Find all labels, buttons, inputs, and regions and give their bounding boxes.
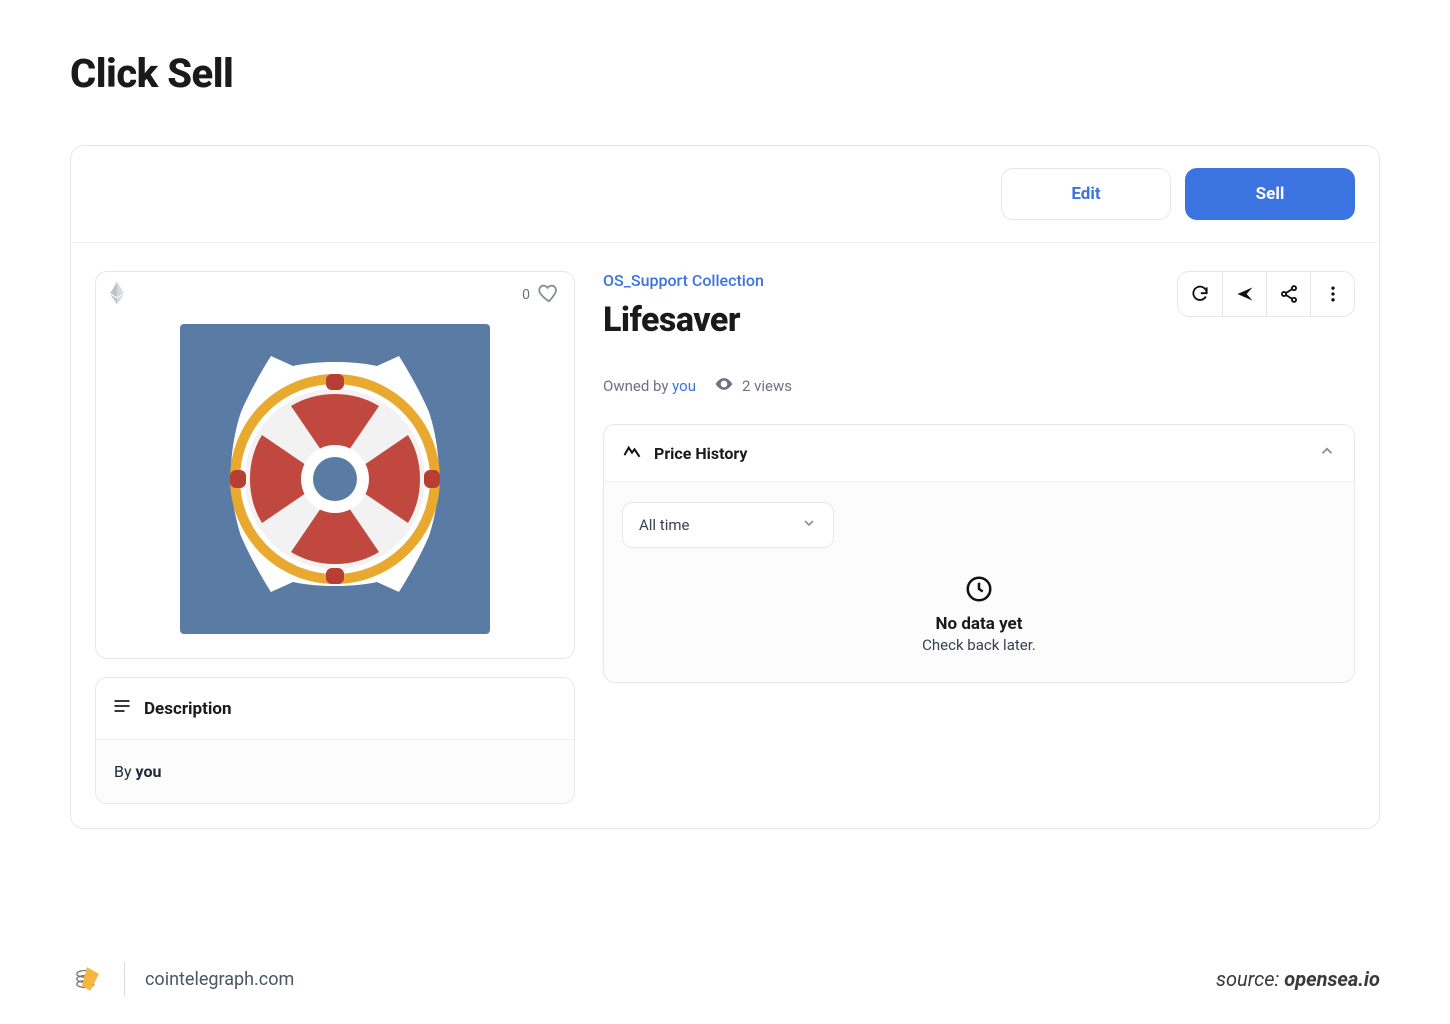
action-bar: Edit Sell bbox=[71, 146, 1379, 243]
description-icon bbox=[112, 696, 132, 721]
description-by-prefix: By bbox=[114, 762, 136, 781]
footer-site: cointelegraph.com bbox=[145, 969, 294, 990]
views-count: 2 views bbox=[742, 377, 792, 395]
description-header[interactable]: Description bbox=[96, 678, 574, 740]
refresh-button[interactable] bbox=[1178, 272, 1222, 316]
source-label: source: bbox=[1216, 967, 1284, 991]
media-card: 0 bbox=[95, 271, 575, 659]
empty-subtitle: Check back later. bbox=[622, 636, 1336, 654]
divider bbox=[124, 962, 125, 996]
chevron-down-icon bbox=[801, 515, 817, 535]
attribution-footer: cointelegraph.com source: opensea.io bbox=[70, 962, 1380, 996]
owned-by-label: Owned by bbox=[603, 377, 672, 395]
nft-image bbox=[180, 324, 490, 634]
favorites-count: 0 bbox=[522, 287, 530, 303]
price-history-header[interactable]: Price History bbox=[604, 425, 1354, 481]
heart-icon[interactable] bbox=[538, 282, 560, 308]
page-title: Click Sell bbox=[70, 50, 1380, 97]
chevron-up-icon bbox=[1318, 442, 1336, 464]
owned-by-link[interactable]: you bbox=[672, 377, 696, 395]
description-by-who: you bbox=[136, 762, 162, 781]
clock-icon bbox=[964, 574, 994, 604]
description-card: Description By you bbox=[95, 677, 575, 804]
collection-link[interactable]: OS_Support Collection bbox=[603, 271, 764, 290]
price-history-panel: Price History All time bbox=[603, 424, 1355, 683]
cointelegraph-logo-icon bbox=[70, 962, 104, 996]
item-toolbar bbox=[1177, 271, 1355, 317]
sell-button[interactable]: Sell bbox=[1185, 168, 1355, 220]
empty-title: No data yet bbox=[622, 614, 1336, 634]
share-button[interactable] bbox=[1266, 272, 1310, 316]
eye-icon bbox=[714, 374, 734, 398]
activity-icon bbox=[622, 441, 642, 465]
description-heading: Description bbox=[144, 699, 231, 719]
ethereum-icon bbox=[110, 282, 124, 308]
time-range-value: All time bbox=[639, 516, 689, 534]
item-title: Lifesaver bbox=[603, 300, 764, 340]
edit-button[interactable]: Edit bbox=[1001, 168, 1171, 220]
more-button[interactable] bbox=[1310, 272, 1354, 316]
listing-card: Edit Sell 0 bbox=[70, 145, 1380, 829]
price-history-heading: Price History bbox=[654, 444, 747, 463]
source-value: opensea.io bbox=[1284, 967, 1380, 991]
time-range-select[interactable]: All time bbox=[622, 502, 834, 548]
send-button[interactable] bbox=[1222, 272, 1266, 316]
